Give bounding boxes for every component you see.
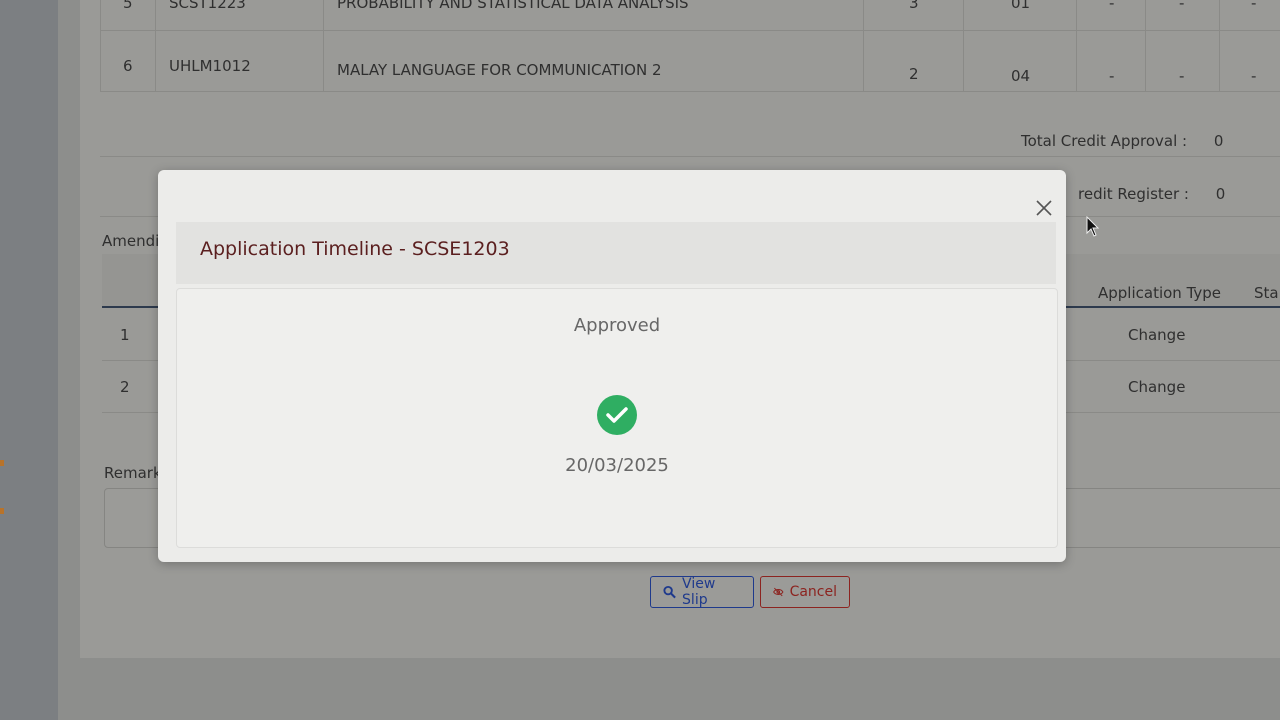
course-name: MALAY LANGUAGE FOR COMMUNICATION 2 bbox=[337, 61, 662, 79]
total-credit-approval-value: 0 bbox=[1213, 132, 1224, 150]
table-row: 6 UHLM1012 MALAY LANGUAGE FOR COMMUNICAT… bbox=[100, 31, 1280, 92]
mouse-cursor-icon bbox=[1086, 216, 1100, 237]
divider bbox=[100, 156, 1280, 157]
row-application-type: Change bbox=[1128, 326, 1186, 344]
course-col-1: - bbox=[1109, 67, 1115, 85]
sidebar-marker bbox=[0, 508, 4, 514]
credit-register-label: redit Register : bbox=[1078, 185, 1189, 203]
cancel-label: Cancel bbox=[789, 584, 837, 600]
check-circle-icon bbox=[597, 395, 637, 435]
course-code: SCST1223 bbox=[169, 0, 246, 12]
course-col-3: - bbox=[1251, 0, 1257, 12]
modal-header: Application Timeline - SCSE1203 bbox=[176, 222, 1056, 284]
course-section: 01 bbox=[1011, 0, 1031, 12]
row-application-type: Change bbox=[1128, 378, 1186, 396]
application-timeline-modal: Application Timeline - SCSE1203 Approved… bbox=[158, 170, 1066, 562]
left-sidebar-strip bbox=[0, 0, 58, 720]
course-no: 6 bbox=[123, 57, 133, 75]
close-icon[interactable] bbox=[1032, 196, 1056, 220]
course-name: PROBABILITY AND STATISTICAL DATA ANALYSI… bbox=[337, 0, 689, 12]
course-col-2: - bbox=[1179, 0, 1185, 12]
check-icon bbox=[606, 407, 628, 423]
course-table: 5 SCST1223 PROBABILITY AND STATISTICAL D… bbox=[100, 0, 1280, 92]
amendment-label: Amendi bbox=[102, 232, 160, 250]
row-index: 2 bbox=[120, 378, 130, 396]
course-col-3: - bbox=[1251, 67, 1257, 85]
course-no: 5 bbox=[123, 0, 133, 12]
course-col-1: - bbox=[1109, 0, 1115, 12]
total-credit-approval: Total Credit Approval : 0 bbox=[1021, 132, 1223, 150]
course-col-2: - bbox=[1179, 67, 1185, 85]
credit-register: redit Register : 0 bbox=[1078, 185, 1225, 203]
timeline-status: Approved bbox=[573, 315, 661, 336]
timeline-card: Approved 20/03/2025 bbox=[176, 288, 1058, 548]
header-application-type: Application Type bbox=[1098, 284, 1222, 302]
search-icon bbox=[663, 585, 676, 599]
course-credit: 3 bbox=[909, 0, 919, 12]
modal-title: Application Timeline - SCSE1203 bbox=[200, 238, 510, 260]
timeline-date: 20/03/2025 bbox=[565, 455, 669, 476]
cancel-button[interactable]: Cancel bbox=[760, 576, 850, 608]
view-slip-label: View Slip bbox=[682, 576, 716, 608]
sidebar-marker bbox=[0, 460, 4, 466]
row-index: 1 bbox=[120, 326, 130, 344]
total-credit-approval-label: Total Credit Approval : bbox=[1021, 132, 1188, 150]
view-slip-button[interactable]: View Slip bbox=[650, 576, 754, 608]
remark-label: Remark bbox=[104, 464, 162, 482]
eye-slash-icon bbox=[773, 587, 784, 597]
course-code: UHLM1012 bbox=[169, 57, 251, 75]
credit-register-value: 0 bbox=[1215, 185, 1226, 203]
header-status: Sta bbox=[1254, 284, 1279, 302]
table-row: 5 SCST1223 PROBABILITY AND STATISTICAL D… bbox=[100, 0, 1280, 31]
course-credit: 2 bbox=[909, 65, 919, 83]
course-section: 04 bbox=[1011, 67, 1031, 85]
